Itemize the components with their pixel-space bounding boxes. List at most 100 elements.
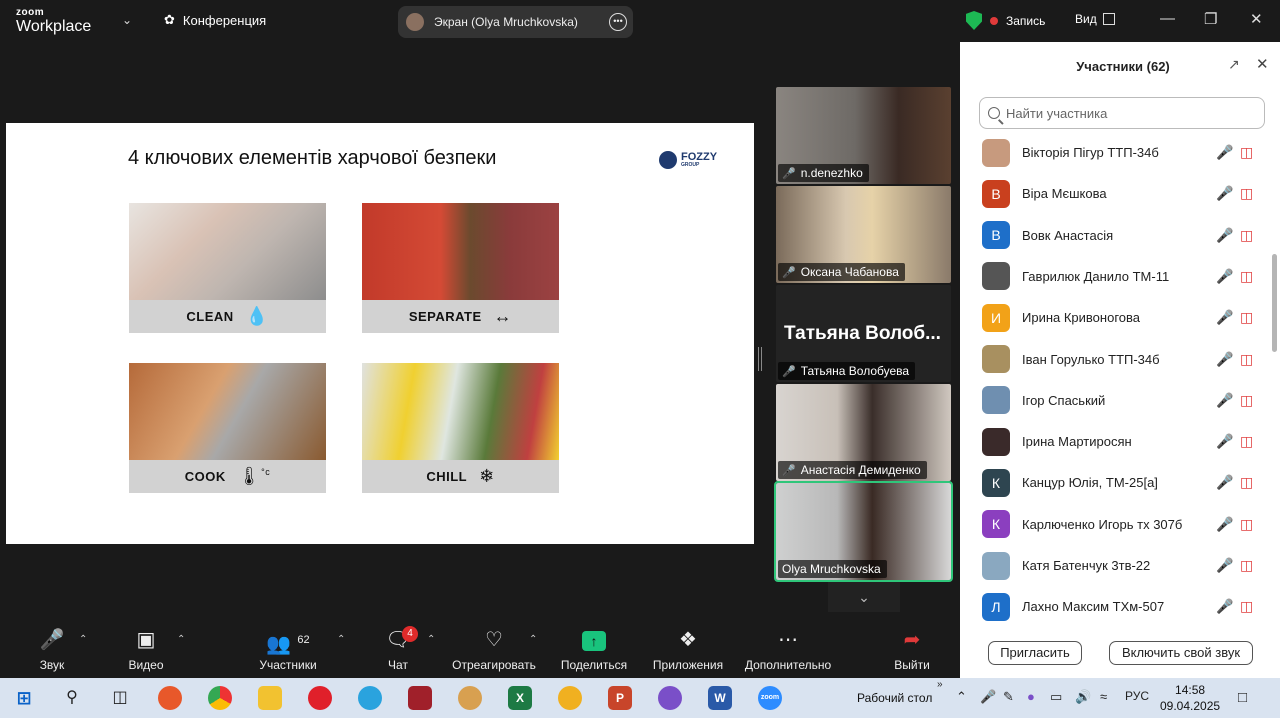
participant-row[interactable]: Ігор Спаський 🎤 ◫ — [960, 380, 1270, 421]
audio-button[interactable]: 🎤 Звук — [34, 628, 70, 672]
excel-icon[interactable]: X — [508, 686, 532, 710]
mic-muted-icon[interactable]: 🎤 — [1216, 351, 1233, 368]
close-icon[interactable]: ✕ — [1256, 55, 1269, 73]
video-tile[interactable]: Татьяна Волоб... 🎤 Татьяна Волобуева — [776, 285, 951, 382]
camera-off-icon[interactable]: ◫ — [1240, 598, 1253, 615]
mic-muted-icon[interactable]: 🎤 — [1216, 433, 1233, 450]
volume-icon[interactable]: 🔊 — [1075, 689, 1091, 705]
mic-muted-icon[interactable]: 🎤 — [1216, 392, 1233, 409]
more-icon[interactable]: ••• — [609, 13, 627, 31]
unmute-myself-button[interactable]: Включить свой звук — [1109, 641, 1253, 665]
participant-row[interactable]: Ірина Мартиросян 🎤 ◫ — [960, 421, 1270, 462]
camera-off-icon[interactable]: ◫ — [1240, 351, 1253, 368]
chevron-down-icon[interactable]: ⌄ — [122, 13, 132, 27]
share-button[interactable]: ↑ Поделиться — [560, 628, 628, 672]
mic-muted-icon[interactable]: 🎤 — [1216, 309, 1233, 326]
pen-icon[interactable]: ✎ — [1003, 689, 1014, 705]
scrollbar[interactable] — [1270, 132, 1278, 626]
camera-off-icon[interactable]: ◫ — [1240, 227, 1253, 244]
resize-handle[interactable] — [758, 347, 762, 371]
mic-muted-icon[interactable]: 🎤 — [1216, 227, 1233, 244]
camera-off-icon[interactable]: ◫ — [1240, 516, 1253, 533]
search-input[interactable]: Найти участника — [979, 97, 1265, 129]
chevron-up-icon[interactable]: ⌃ — [177, 634, 185, 645]
app-icon[interactable] — [558, 686, 582, 710]
chevron-up-icon[interactable]: ⌃ — [956, 689, 967, 705]
restore-icon[interactable]: ❐ — [1204, 10, 1217, 28]
language-indicator[interactable]: РУС — [1125, 689, 1149, 703]
chevron-up-icon[interactable]: ⌃ — [337, 634, 345, 645]
camera-off-icon[interactable]: ◫ — [1240, 185, 1253, 202]
camera-off-icon[interactable]: ◫ — [1240, 144, 1253, 161]
view-button[interactable]: Вид — [1075, 12, 1115, 26]
search-icon[interactable]: ⚲ — [60, 686, 84, 710]
chevron-up-icon[interactable]: ⌃ — [79, 634, 87, 645]
minimize-icon[interactable]: — — [1160, 10, 1175, 27]
video-button[interactable]: ▣ Видео — [125, 628, 167, 672]
viber-icon[interactable] — [658, 686, 682, 710]
mic-muted-icon[interactable]: 🎤 — [1216, 516, 1233, 533]
camera-off-icon[interactable]: ◫ — [1240, 557, 1253, 574]
participants-button[interactable]: 👥 62 Участники — [256, 628, 320, 672]
participant-row[interactable]: Вікторія Пігур ТТП-34б 🎤 ◫ — [960, 132, 1270, 173]
camera-off-icon[interactable]: ◫ — [1240, 433, 1253, 450]
video-tile[interactable]: 🎤 Оксана Чабанова — [776, 186, 951, 283]
participant-row[interactable]: Катя Батенчук 3тв-22 🎤 ◫ — [960, 545, 1270, 586]
microphone-icon[interactable]: 🎤 — [980, 689, 996, 705]
video-tile[interactable]: 🎤 n.denezhko — [776, 87, 951, 184]
desktop-label[interactable]: Рабочий стол — [857, 691, 932, 705]
screen-share-pill[interactable]: Экран (Olya Mruchkovska) ••• — [398, 6, 633, 38]
video-tile-active-speaker[interactable]: Olya Mruchkovska — [774, 481, 953, 582]
camera-off-icon[interactable]: ◫ — [1240, 309, 1253, 326]
participant-row[interactable]: И Ирина Кривоногова 🎤 ◫ — [960, 297, 1270, 338]
more-button[interactable]: ⋯ Дополнительно — [742, 628, 834, 672]
chrome-icon[interactable] — [208, 686, 232, 710]
opera-icon[interactable] — [308, 686, 332, 710]
telegram-icon[interactable] — [358, 686, 382, 710]
chevron-up-icon[interactable]: ⌃ — [529, 634, 537, 645]
paint-icon[interactable] — [458, 686, 482, 710]
task-view-icon[interactable]: ◫ — [108, 686, 132, 710]
participant-row[interactable]: В Вовк Анастасія 🎤 ◫ — [960, 215, 1270, 256]
chevron-up-icon[interactable]: ⌃ — [427, 634, 435, 645]
participant-row[interactable]: Іван Горулько ТТП-34б 🎤 ◫ — [960, 339, 1270, 380]
camera-off-icon[interactable]: ◫ — [1240, 474, 1253, 491]
chevron-right-icon[interactable]: » — [937, 679, 943, 690]
viber-tray-icon[interactable]: ● — [1027, 689, 1035, 704]
react-button[interactable]: ♡ Отреагировать — [450, 628, 538, 672]
mic-muted-icon[interactable]: 🎤 — [1216, 144, 1233, 161]
participant-row[interactable]: К Карлюченко Игорь тх 307б 🎤 ◫ — [960, 504, 1270, 545]
notifications-icon[interactable]: □ — [1238, 689, 1247, 706]
powerpoint-icon[interactable]: P — [608, 686, 632, 710]
mic-muted-icon[interactable]: 🎤 — [1216, 185, 1233, 202]
zoom-taskbar-icon[interactable]: zoom — [758, 686, 782, 710]
participant-row[interactable]: К Канцур Юлія, ТМ-25[а] 🎤 ◫ — [960, 462, 1270, 503]
camera-off-icon[interactable]: ◫ — [1240, 268, 1253, 285]
file-explorer-icon[interactable] — [258, 686, 282, 710]
mic-muted-icon[interactable]: 🎤 — [1216, 474, 1233, 491]
windows-start-icon[interactable]: ⊞ — [12, 686, 36, 710]
battery-icon[interactable]: ▭ — [1050, 689, 1062, 705]
record-button[interactable]: Запись — [966, 11, 1045, 30]
close-icon[interactable]: ✕ — [1250, 10, 1263, 28]
wifi-icon[interactable]: ≈ — [1100, 689, 1107, 704]
apps-button[interactable]: ❖ Приложения — [650, 628, 726, 672]
participant-row[interactable]: В Віра Мєшкова 🎤 ◫ — [960, 173, 1270, 214]
app-icon[interactable] — [408, 686, 432, 710]
firefox-icon[interactable] — [158, 686, 182, 710]
camera-off-icon[interactable]: ◫ — [1240, 392, 1253, 409]
chevron-down-icon[interactable]: ⌄ — [828, 582, 900, 612]
pop-out-icon[interactable]: ↗ — [1228, 56, 1240, 73]
participant-row[interactable]: Л Лахно Максим ТХм-507 🎤 ◫ — [960, 586, 1270, 626]
video-tile[interactable]: 🎤 Анастасія Демиденко — [776, 384, 951, 481]
mic-muted-icon[interactable]: 🎤 — [1216, 268, 1233, 285]
scrollbar-thumb[interactable] — [1272, 254, 1277, 352]
leave-button[interactable]: ➦ Выйти — [892, 628, 932, 672]
word-icon[interactable]: W — [708, 686, 732, 710]
clock[interactable]: 14:58 09.04.2025 — [1160, 682, 1220, 714]
participant-row[interactable]: Гаврилюк Данило ТМ-11 🎤 ◫ — [960, 256, 1270, 297]
conference-button[interactable]: ✿ Конференция — [164, 12, 266, 28]
mic-muted-icon[interactable]: 🎤 — [1216, 598, 1233, 615]
chat-button[interactable]: 🗨 4 Чат — [384, 626, 418, 672]
invite-button[interactable]: Пригласить — [988, 641, 1082, 665]
